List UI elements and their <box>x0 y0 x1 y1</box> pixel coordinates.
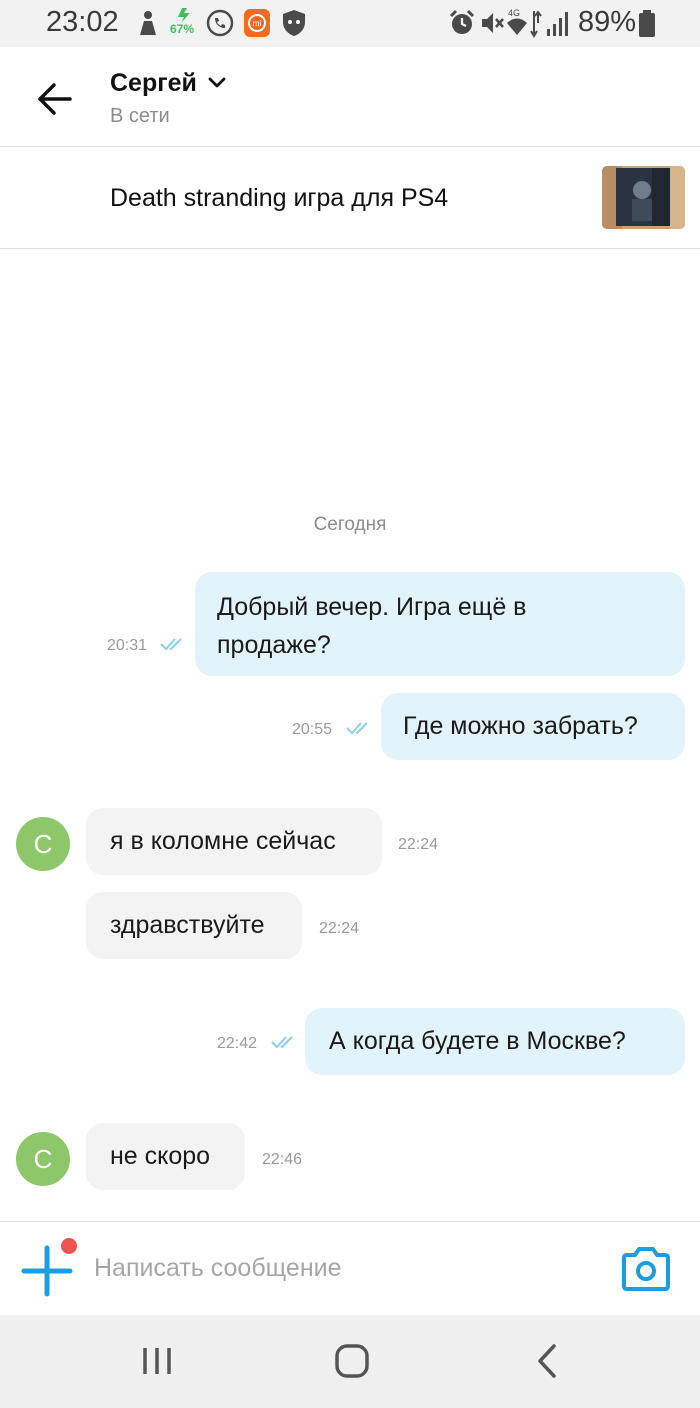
message-input[interactable] <box>94 1248 574 1288</box>
signal-icon <box>547 12 568 36</box>
message-time: 22:24 <box>398 836 439 853</box>
date-separator: Сегодня <box>313 514 387 535</box>
battery-icon <box>639 10 655 37</box>
message-time: 22:46 <box>262 1151 303 1168</box>
svg-text:4G: 4G <box>508 8 520 18</box>
message-text-line: я в коломне сейчас <box>110 827 336 855</box>
incoming-message[interactable]: не скоро <box>86 1123 245 1190</box>
call-icon <box>206 9 234 37</box>
recent-apps-icon[interactable] <box>137 1341 177 1381</box>
back-arrow-icon[interactable] <box>30 79 78 119</box>
message-composer <box>0 1221 700 1315</box>
outgoing-message[interactable]: Где можно забрать? <box>381 693 685 760</box>
incoming-message[interactable]: я в коломне сейчас <box>86 808 382 875</box>
mi-app-icon: mi <box>244 9 270 37</box>
message-text-line: Добрый вечер. Игра ещё в <box>217 593 527 621</box>
read-double-check-icon <box>346 722 368 735</box>
message-text-line: здравствуйте <box>110 911 265 939</box>
camera-icon[interactable] <box>620 1246 672 1292</box>
battery-saver-label: 67% <box>170 22 195 36</box>
chat-header: Сергей В сети <box>0 47 700 147</box>
incoming-message[interactable]: здравствуйте <box>86 892 302 959</box>
outgoing-message[interactable]: Добрый вечер. Игра ещё в продаже? <box>195 572 685 676</box>
chevron-down-icon[interactable] <box>207 75 227 91</box>
status-time: 23:02 <box>46 6 119 38</box>
listing-banner[interactable]: Death stranding игра для PS4 <box>0 148 700 249</box>
home-icon[interactable] <box>332 1341 372 1381</box>
mute-icon <box>482 13 504 33</box>
read-double-check-icon <box>160 638 182 651</box>
data-transfer-icon <box>530 10 542 38</box>
message-text-line: Где можно забрать? <box>403 712 638 740</box>
listing-title[interactable]: Death stranding игра для PS4 <box>110 184 448 213</box>
alarm-icon <box>449 9 475 34</box>
system-navigation-bar <box>0 1315 700 1408</box>
app-notification-icon <box>140 11 156 35</box>
wifi-icon: 4G <box>507 8 527 35</box>
battery-percent: 89% <box>578 6 637 38</box>
message-text-line: продаже? <box>217 631 331 659</box>
back-nav-icon[interactable] <box>528 1341 568 1381</box>
listing-thumbnail[interactable] <box>602 166 685 229</box>
notification-dot <box>61 1238 77 1254</box>
message-text-line: А когда будете в Москве? <box>329 1027 626 1055</box>
status-bar: 23:02 67% mi 4G 89% <box>0 0 700 47</box>
contact-avatar[interactable]: С <box>16 1132 70 1186</box>
battery-saver-icon: 67% <box>168 6 204 40</box>
contact-name[interactable]: Сергей <box>110 69 197 98</box>
read-double-check-icon <box>271 1036 293 1049</box>
message-time: 22:42 <box>217 1035 258 1052</box>
message-time: 20:31 <box>107 637 148 654</box>
contact-online-status: В сети <box>110 105 170 127</box>
svg-text:mi: mi <box>253 19 262 28</box>
message-text-line: не скоро <box>110 1142 211 1170</box>
contact-avatar[interactable]: С <box>16 817 70 871</box>
message-time: 22:24 <box>319 920 360 937</box>
outgoing-message[interactable]: А когда будете в Москве? <box>305 1008 685 1075</box>
message-time: 20:55 <box>292 721 333 738</box>
security-shield-icon <box>283 10 305 36</box>
